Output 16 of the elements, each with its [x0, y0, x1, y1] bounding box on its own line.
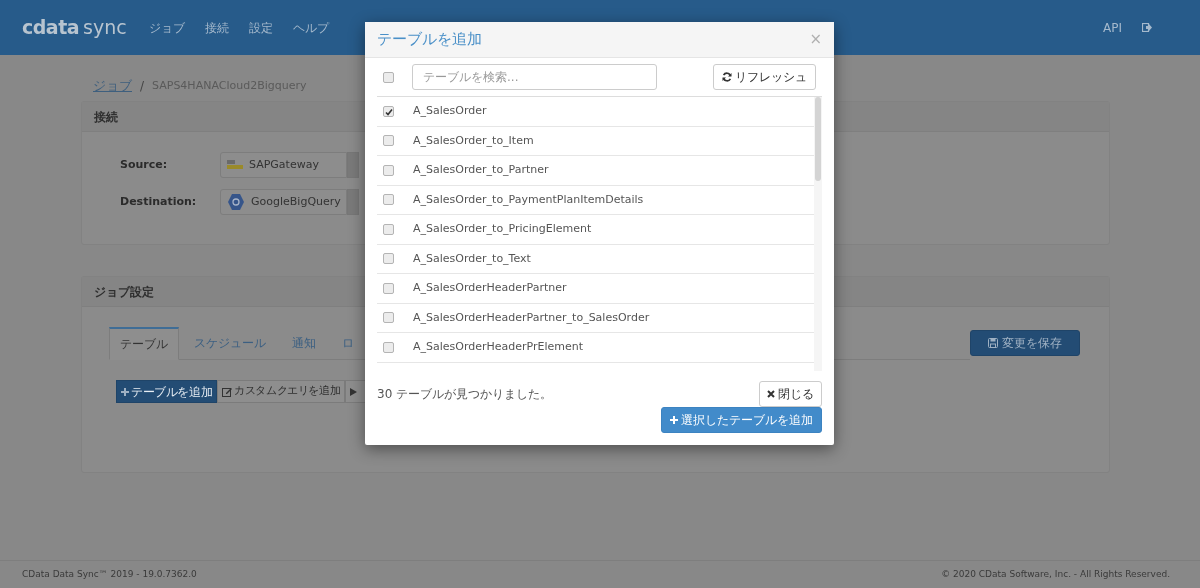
table-name: A_SalesOrder_to_Item	[413, 132, 534, 149]
copyright-text: © 2020 CData Software, Inc. - All Rights Reserved.	[941, 567, 1170, 581]
dialog-title: テーブルを追加	[377, 29, 482, 51]
table-name: A_SalesOrder_to_Partner	[413, 162, 549, 178]
table-name: A_SalesOrder_to_Text	[413, 250, 531, 267]
table-name: A_SalesOrder_to_PricingElement	[413, 221, 592, 237]
table-name: A_SalesOrderHeaderPrElement	[413, 339, 584, 355]
table-name: A_SalesOrderHeaderPartner_to_SalesOrder	[413, 309, 650, 326]
result-count: 30 テーブルが見つかりました。	[377, 386, 553, 403]
table-name: A_SalesOrder	[413, 103, 487, 119]
version-text: CData Data Sync™ 2019 - 19.0.7362.0	[22, 567, 197, 581]
breadcrumb-separator: /	[140, 78, 145, 95]
table-name: A_SalesOrderHeaderPartner	[413, 280, 567, 296]
field-label: Source:	[119, 156, 169, 173]
table-name: A_SalesOrder_to_PaymentPlanItemDetails	[413, 191, 644, 208]
field-label: Destination:	[119, 193, 198, 210]
